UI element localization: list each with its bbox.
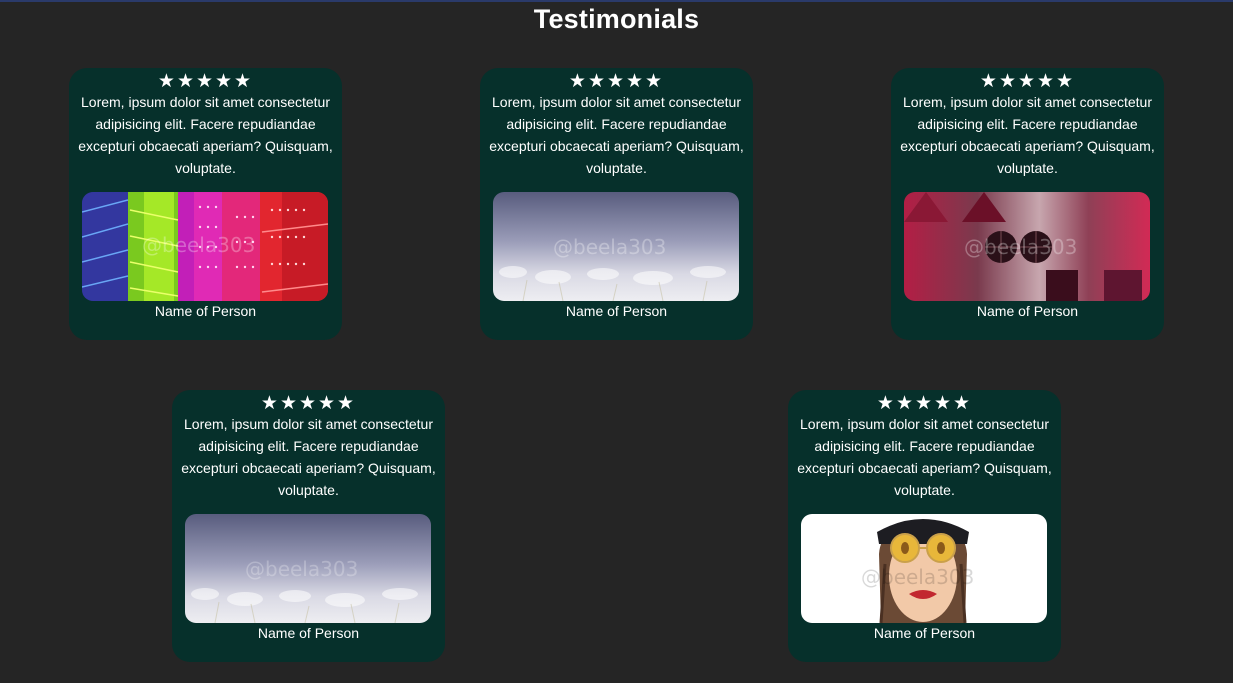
testimonial-card: ★★★★★ Lorem, ipsum dolor sit amet consec… <box>480 68 753 340</box>
photo-watermark: @beela303 <box>245 557 358 581</box>
testimonial-photo: @beela303 <box>801 514 1047 623</box>
testimonial-photo: @beela303 <box>185 514 431 623</box>
person-name: Name of Person <box>154 303 257 319</box>
testimonial-card: ★★★★★ Lorem, ipsum dolor sit amet consec… <box>891 68 1164 340</box>
page-title: Testimonials <box>533 4 700 34</box>
star-rating: ★★★★★ <box>876 393 973 414</box>
testimonial-photo: @beela303 <box>904 192 1150 301</box>
testimonial-card: ★★★★★ Lorem, ipsum dolor sit amet consec… <box>788 390 1061 662</box>
person-name: Name of Person <box>257 625 360 641</box>
star-rating: ★★★★★ <box>568 71 665 92</box>
photo-watermark: @beela303 <box>861 565 974 589</box>
person-name: Name of Person <box>873 625 976 641</box>
photo-watermark: @beela303 <box>142 233 255 257</box>
person-name: Name of Person <box>976 303 1079 319</box>
person-name: Name of Person <box>565 303 668 319</box>
star-rating: ★★★★★ <box>979 71 1076 92</box>
testimonial-text: Lorem, ipsum dolor sit amet consectetur … <box>797 416 1052 498</box>
testimonial-text: Lorem, ipsum dolor sit amet consectetur … <box>181 416 436 498</box>
testimonial-photo: @beela303 <box>82 192 328 301</box>
star-rating: ★★★★★ <box>260 393 357 414</box>
testimonials-page: Testimonials ★★★★★ Lorem, ipsum dolor si… <box>0 0 1233 683</box>
star-rating: ★★★★★ <box>157 71 254 92</box>
testimonial-text: Lorem, ipsum dolor sit amet consectetur … <box>489 94 744 176</box>
testimonial-card: ★★★★★ Lorem, ipsum dolor sit amet consec… <box>69 68 342 340</box>
photo-watermark: @beela303 <box>553 235 666 259</box>
testimonial-photo: @beela303 <box>493 192 739 301</box>
testimonial-text: Lorem, ipsum dolor sit amet consectetur … <box>900 94 1155 176</box>
photo-watermark: @beela303 <box>964 235 1077 259</box>
testimonial-text: Lorem, ipsum dolor sit amet consectetur … <box>78 94 333 176</box>
testimonial-card: ★★★★★ Lorem, ipsum dolor sit amet consec… <box>172 390 445 662</box>
